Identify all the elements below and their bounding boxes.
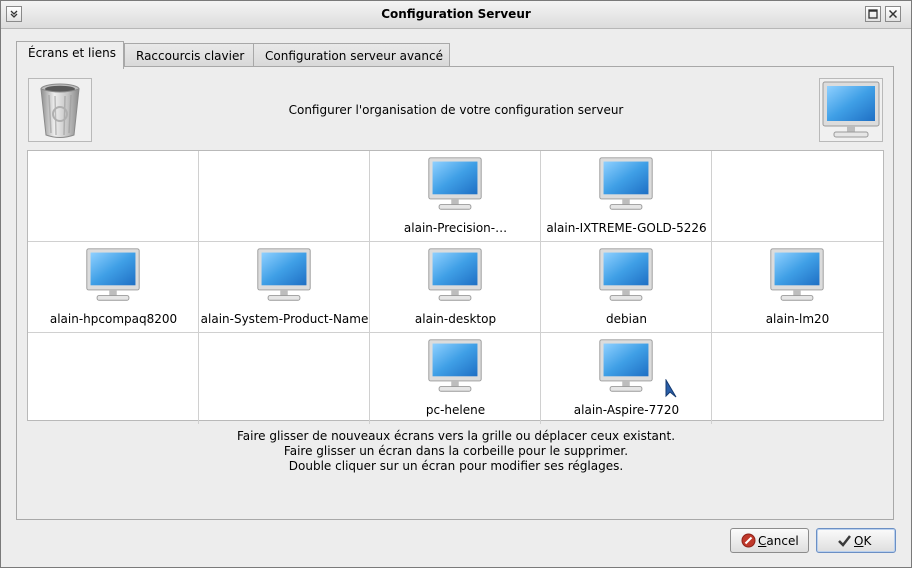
tab-keyboard-shortcuts[interactable]: Raccourcis clavier — [124, 43, 254, 67]
grid-cell-empty[interactable] — [199, 333, 370, 424]
monitor-icon — [599, 339, 653, 392]
monitor-icon — [257, 248, 311, 301]
tab-label: Raccourcis clavier — [136, 49, 245, 63]
cancel-icon — [741, 533, 756, 548]
close-icon — [888, 9, 898, 19]
monitor-icon — [822, 81, 880, 138]
mouse-cursor-icon — [665, 379, 677, 398]
grid-cell-empty[interactable] — [28, 151, 199, 242]
screen-name-label: alain-desktop — [414, 312, 497, 326]
grid-cell-empty[interactable] — [28, 333, 199, 424]
grid-cell-screen[interactable]: debian — [541, 242, 712, 333]
grid-cell-screen[interactable]: alain-IXTREME-GOLD-5226 — [541, 151, 712, 242]
help-line-1: Faire glisser de nouveaux écrans vers la… — [236, 429, 676, 443]
monitor-icon — [428, 157, 482, 210]
window-title: Configuration Serveur — [381, 7, 531, 21]
tab-label: Configuration serveur avancé — [265, 49, 443, 63]
grid-cell-empty[interactable] — [712, 333, 883, 424]
screen-name-label: alain-Aspire-7720 — [573, 403, 680, 417]
maximize-icon — [868, 9, 878, 19]
monitor-icon — [86, 248, 140, 301]
page-heading: Configurer l'organisation de votre confi… — [288, 103, 624, 117]
close-button[interactable] — [885, 6, 901, 22]
cancel-label: Cancel — [758, 534, 799, 548]
screen-grid[interactable]: alain-Precision-… alain-IXTREME-GOLD-5226… — [27, 150, 884, 424]
grid-cell-empty[interactable] — [712, 151, 883, 242]
grid-cell-empty[interactable] — [199, 151, 370, 242]
screen-name-label: alain-IXTREME-GOLD-5226 — [546, 221, 707, 235]
maximize-button[interactable] — [865, 6, 881, 22]
checkmark-icon — [838, 535, 851, 547]
tab-screens-links[interactable]: Écrans et liens — [16, 41, 124, 69]
grid-cell-screen[interactable]: alain-Precision-… — [370, 151, 541, 242]
monitor-icon — [599, 248, 653, 301]
titlebar: Configuration Serveur — [1, 1, 911, 29]
tab-label: Écrans et liens — [28, 46, 116, 60]
grid-cell-screen[interactable]: alain-Aspire-7720 — [541, 333, 712, 424]
new-screen-source[interactable] — [819, 78, 883, 142]
cancel-label-rest: ancel — [766, 534, 799, 548]
ok-button[interactable]: OK — [816, 528, 896, 553]
grid-cell-screen[interactable]: alain-lm20 — [712, 242, 883, 333]
grid-cell-screen[interactable]: alain-System-Product-Name — [199, 242, 370, 333]
trash-drop-zone[interactable] — [28, 78, 92, 142]
monitor-icon — [599, 157, 653, 210]
monitor-icon — [428, 339, 482, 392]
monitor-icon — [428, 248, 482, 301]
screen-name-label: alain-hpcompaq8200 — [49, 312, 178, 326]
help-line-2: Faire glisser un écran dans la corbeille… — [283, 444, 629, 458]
grid-cell-screen[interactable]: alain-hpcompaq8200 — [28, 242, 199, 333]
screen-name-label: alain-lm20 — [765, 312, 830, 326]
screen-name-label: pc-helene — [425, 403, 486, 417]
ok-label-rest: K — [863, 534, 872, 548]
grid-cell-screen[interactable]: pc-helene — [370, 333, 541, 424]
help-line-3: Double cliquer sur un écran pour modifie… — [288, 459, 624, 473]
ok-label: OK — [854, 534, 871, 548]
trash-icon — [40, 83, 80, 138]
screen-name-label: debian — [606, 312, 647, 326]
grid-cell-screen[interactable]: alain-desktop — [370, 242, 541, 333]
cancel-button[interactable]: Cancel — [730, 528, 809, 553]
screen-name-label: alain-System-Product-Name — [200, 312, 369, 326]
screen-name-label: alain-Precision-… — [403, 221, 508, 235]
tab-advanced-config[interactable]: Configuration serveur avancé — [253, 43, 450, 67]
monitor-icon — [770, 248, 824, 301]
